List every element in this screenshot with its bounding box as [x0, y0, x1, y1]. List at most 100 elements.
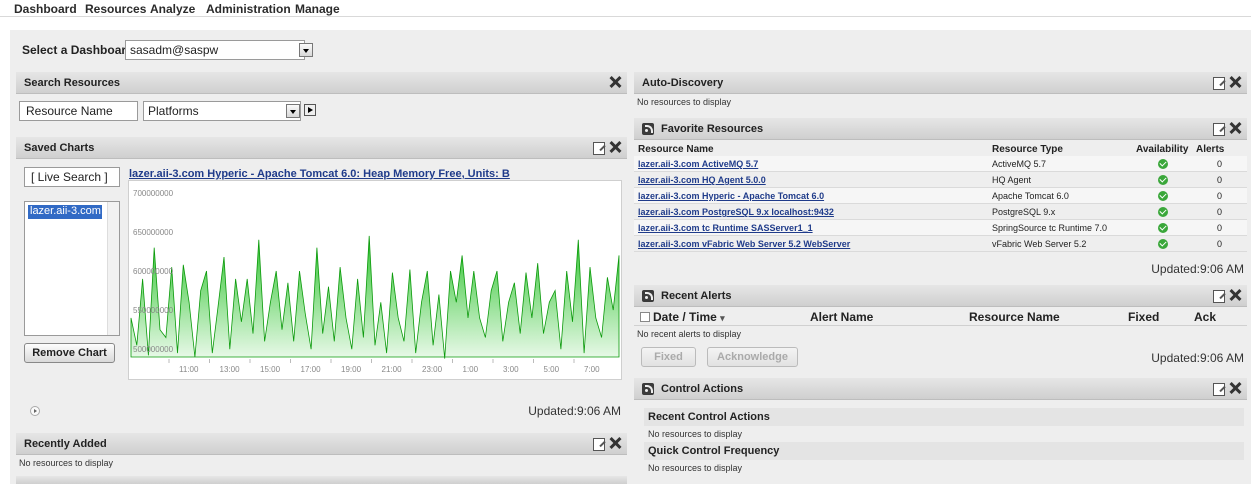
col-resource-type[interactable]: Resource Type [992, 144, 1063, 155]
quick-control-frequency-empty: No resources to display [648, 463, 743, 473]
resource-type-dropdown-button[interactable] [286, 104, 300, 118]
close-icon[interactable] [1229, 122, 1241, 134]
close-icon[interactable] [609, 141, 621, 153]
close-icon[interactable] [609, 76, 621, 88]
alert-count: 0 [1217, 239, 1223, 249]
dashboard-select-value: sasadm@saspw [130, 43, 219, 57]
col-availability[interactable]: Availability [1136, 144, 1188, 155]
chart-plot-area: 700000000 650000000 600000000 550000000 5000… [130, 189, 620, 374]
select-all-checkbox[interactable] [640, 312, 650, 322]
edit-icon[interactable] [593, 438, 605, 451]
acknowledge-button[interactable]: Acknowledge [707, 347, 798, 367]
saved-charts-list[interactable]: lazer.aii-3.com Hyperic [24, 201, 120, 336]
col-resource-name[interactable]: Resource Name [638, 144, 714, 155]
saved-charts-header: Saved Charts [16, 137, 627, 159]
resource-type: Apache Tomcat 6.0 [992, 191, 1069, 201]
nav-resources[interactable]: Resources [85, 2, 146, 16]
col-ack[interactable]: Ack [1194, 310, 1216, 324]
select-dashboard-label: Select a Dashboard [22, 43, 134, 57]
edit-icon[interactable] [1213, 123, 1225, 136]
y-tick-label: 650000000 [133, 228, 174, 237]
recent-control-actions-bar: Recent Control Actions [644, 408, 1244, 426]
table-row: lazer.aii-3.com HQ Agent 5.0.0 HQ Agent … [634, 172, 1247, 188]
resource-type: PostgreSQL 9.x [992, 207, 1056, 217]
saved-charts-title: Saved Charts [24, 142, 95, 154]
x-tick-label: 11:00 [179, 365, 199, 374]
search-resources-title: Search Resources [24, 77, 120, 89]
resource-type: ActiveMQ 5.7 [992, 159, 1047, 169]
close-icon[interactable] [609, 437, 621, 449]
resource-link[interactable]: lazer.aii-3.com tc Runtime SASServer1_1 [638, 223, 813, 233]
close-icon[interactable] [1229, 289, 1241, 301]
rss-icon[interactable] [642, 290, 654, 302]
close-icon[interactable] [1229, 76, 1241, 88]
control-actions-panel: Control Actions Recent Control Actions N… [634, 378, 1247, 476]
dashboard-select[interactable]: sasadm@saspw [125, 40, 305, 60]
x-tick-label: 3:00 [503, 365, 519, 374]
edit-icon[interactable] [1213, 290, 1225, 303]
resource-type: vFabric Web Server 5.2 [992, 239, 1087, 249]
recently-added-empty: No resources to display [19, 458, 114, 468]
nav-administration[interactable]: Administration [206, 2, 291, 16]
resource-name-input[interactable]: Resource Name [19, 101, 138, 121]
alert-count: 0 [1217, 175, 1223, 185]
fixed-button[interactable]: Fixed [641, 347, 696, 367]
close-icon[interactable] [1229, 382, 1241, 394]
recent-alerts-header: Recent Alerts [634, 285, 1247, 307]
favorite-resources-panel: Favorite Resources Resource Name Resourc… [634, 118, 1247, 278]
list-scrollbar[interactable] [107, 202, 119, 335]
edit-icon[interactable] [1213, 383, 1225, 396]
col-alerts[interactable]: Alerts [1196, 144, 1224, 155]
y-tick-label: 600000000 [133, 267, 174, 276]
resource-link[interactable]: lazer.aii-3.com Hyperic - Apache Tomcat … [638, 191, 824, 201]
availability-ok-icon [1158, 175, 1168, 185]
rss-icon[interactable] [642, 383, 654, 395]
recent-control-actions-empty: No resources to display [648, 429, 743, 439]
y-tick-label: 700000000 [133, 189, 174, 198]
nav-analyze[interactable]: Analyze [150, 2, 195, 16]
recent-alerts-empty: No recent alerts to display [637, 329, 742, 339]
chart-title-link[interactable]: lazer.aii-3.com Hyperic - Apache Tomcat … [129, 168, 510, 180]
col-resource-name[interactable]: Resource Name [969, 310, 1060, 324]
col-date-time-label: Date / Time [653, 310, 717, 324]
next-panel-header [16, 476, 627, 484]
col-date-time[interactable]: Date / Time ▾ [653, 310, 725, 324]
recent-alerts-updated: Updated:9:06 AM [1151, 351, 1244, 365]
nav-manage[interactable]: Manage [295, 2, 340, 16]
search-go-icon[interactable] [304, 104, 316, 116]
remove-chart-button[interactable]: Remove Chart [24, 343, 115, 363]
auto-discovery-title: Auto-Discovery [642, 77, 724, 89]
saved-chart-item[interactable]: lazer.aii-3.com Hyperic [28, 205, 102, 219]
x-tick-label: 15:00 [260, 365, 281, 374]
x-tick-label: 7:00 [584, 365, 600, 374]
resource-type-select[interactable]: Platforms [143, 101, 301, 121]
resource-type: SpringSource tc Runtime 7.0 [992, 223, 1108, 233]
x-tick-label: 5:00 [544, 365, 560, 374]
edit-icon[interactable] [1213, 77, 1225, 90]
resource-link[interactable]: lazer.aii-3.com ActiveMQ 5.7 [638, 159, 758, 169]
control-actions-title: Control Actions [661, 383, 744, 395]
col-alert-name[interactable]: Alert Name [810, 310, 873, 324]
availability-ok-icon [1158, 207, 1168, 217]
resource-link[interactable]: lazer.aii-3.com PostgreSQL 9.x localhost… [638, 207, 834, 217]
col-fixed[interactable]: Fixed [1128, 310, 1159, 324]
x-tick-label: 19:00 [341, 365, 362, 374]
y-tick-label: 500000000 [133, 345, 174, 354]
alert-count: 0 [1217, 191, 1223, 201]
timeline-play-icon[interactable] [30, 406, 40, 416]
table-row: lazer.aii-3.com tc Runtime SASServer1_1 … [634, 220, 1247, 236]
rss-icon[interactable] [642, 123, 654, 135]
resource-link[interactable]: lazer.aii-3.com HQ Agent 5.0.0 [638, 175, 766, 185]
heap-memory-chart: 700000000 650000000 600000000 550000000 5000… [128, 180, 622, 380]
nav-dashboard[interactable]: Dashboard [14, 2, 77, 16]
y-tick-label: 550000000 [133, 306, 174, 315]
resource-name-placeholder: Resource Name [26, 104, 113, 118]
edit-icon[interactable] [593, 142, 605, 155]
availability-ok-icon [1158, 239, 1168, 249]
live-search-input[interactable]: [ Live Search ] [24, 167, 120, 187]
resource-link[interactable]: lazer.aii-3.com vFabric Web Server 5.2 W… [638, 239, 850, 249]
recently-added-panel: Recently Added No resources to display [16, 433, 627, 471]
series-area [130, 235, 620, 359]
dashboard-dropdown-button[interactable] [299, 43, 313, 57]
sort-desc-icon: ▾ [720, 313, 725, 323]
